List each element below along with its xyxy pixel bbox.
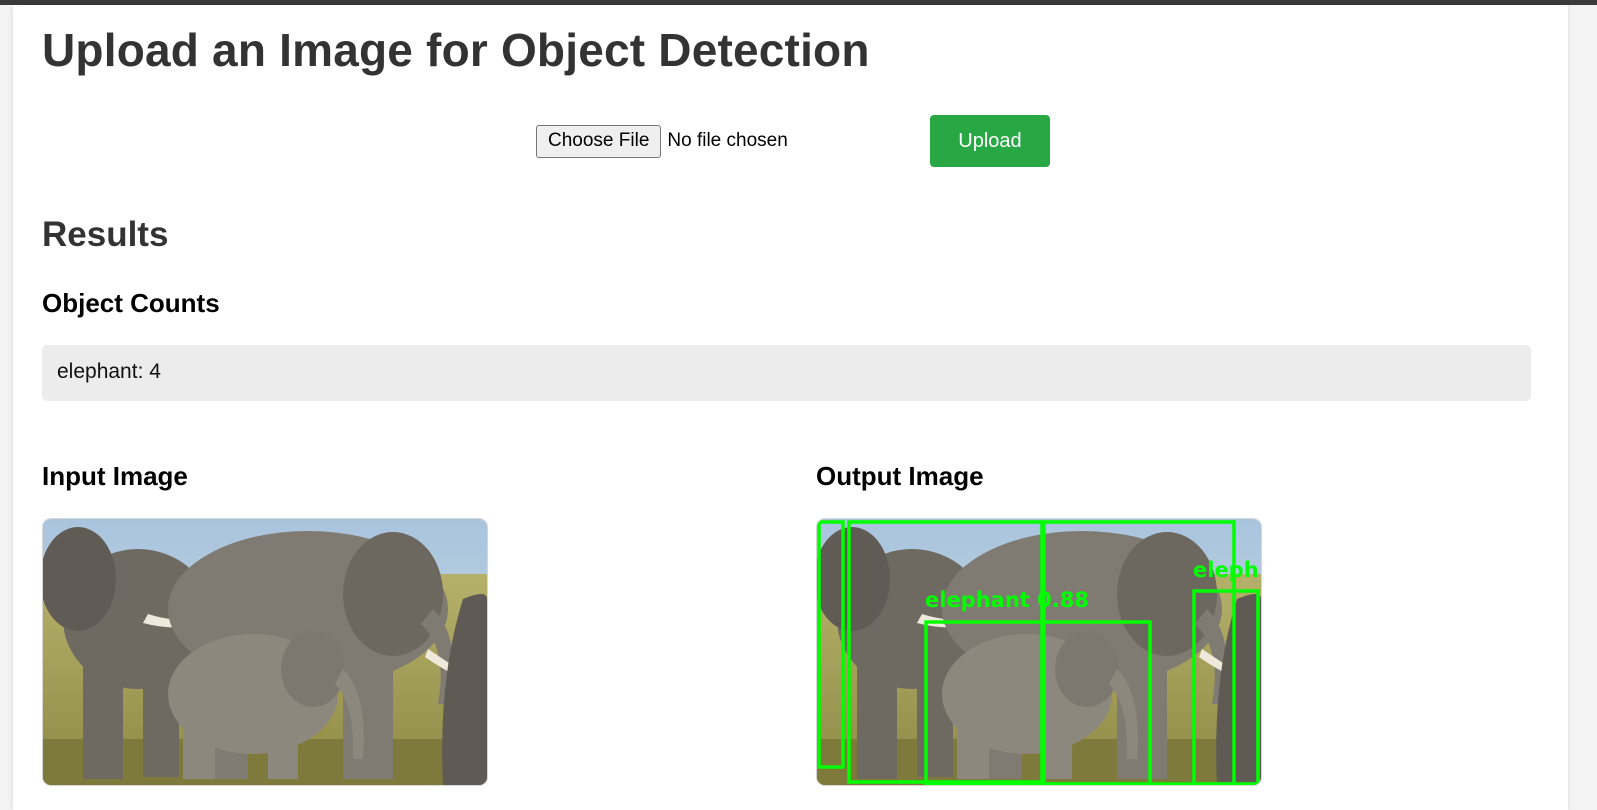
detection-label: elephant 0.88 [925, 588, 1089, 612]
results-heading: Results [42, 215, 169, 254]
elephant-photo-annotated: elephant 0.88 eleph [817, 519, 1261, 785]
file-input[interactable]: Choose File No file chosen [536, 124, 930, 158]
file-status-text: No file chosen [667, 130, 788, 151]
detection-label: eleph [1193, 558, 1259, 582]
elephant-photo [43, 519, 487, 785]
object-counts-heading: Object Counts [42, 288, 220, 318]
upload-button[interactable]: Upload [930, 115, 1050, 167]
object-counts-box: elephant: 4 [42, 345, 1531, 401]
page-container: Upload an Image for Object Detection Cho… [13, 5, 1568, 810]
upload-form: Choose File No file chosen Upload [536, 115, 1050, 167]
choose-file-button[interactable]: Choose File [536, 124, 662, 158]
count-item: elephant: 4 [57, 360, 161, 383]
output-image: elephant 0.88 eleph [816, 518, 1262, 786]
input-image-heading: Input Image [42, 461, 188, 491]
page-title: Upload an Image for Object Detection [42, 24, 870, 76]
input-image [42, 518, 488, 786]
output-image-heading: Output Image [816, 461, 984, 491]
